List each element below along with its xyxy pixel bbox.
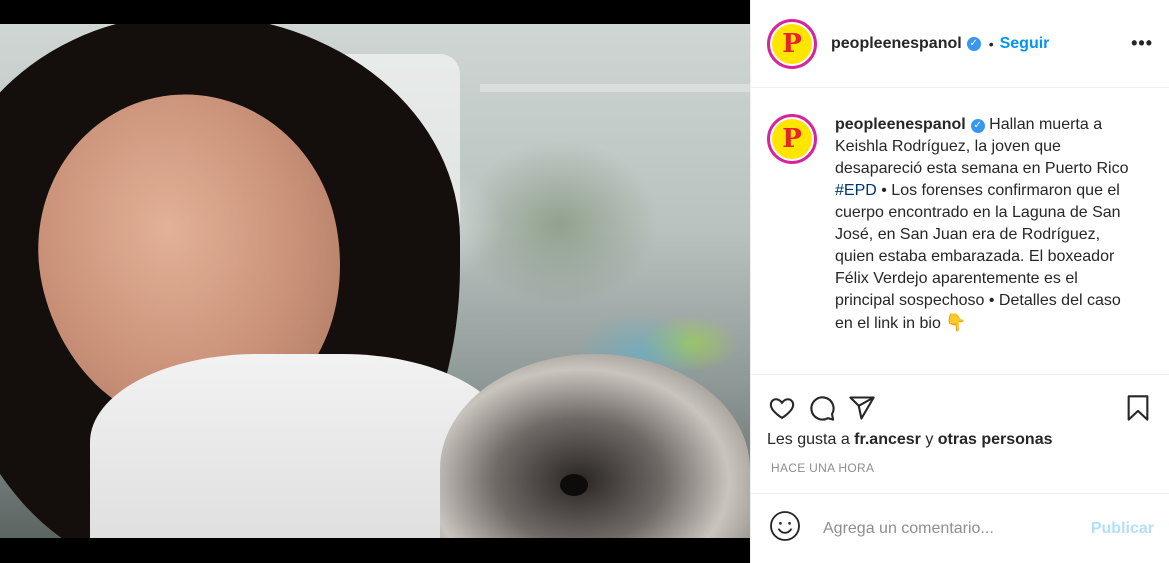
more-options-icon[interactable]: ••• <box>1131 33 1153 54</box>
post-media[interactable] <box>0 0 750 563</box>
add-comment-bar: Publicar <box>751 493 1169 563</box>
pointing-down-emoji-icon: 👇 <box>945 313 967 332</box>
likes-conjunction: y <box>920 431 938 448</box>
caption: peopleenespanol ✓ Hallan muerta a Keishla… <box>835 114 1135 374</box>
comments-area: P peopleenespanol ✓ Hallan muerta a Keish… <box>751 88 1169 375</box>
header-username[interactable]: peopleenespanol <box>831 35 962 53</box>
publish-button[interactable]: Publicar <box>1091 520 1154 538</box>
post-timestamp[interactable]: HACE UNA HORA <box>751 461 1169 475</box>
avatar-logo: P <box>772 23 812 64</box>
post-photo <box>0 24 750 538</box>
likes-summary: Les gusta a fr.ancesr y otras personas <box>751 431 1169 449</box>
like-heart-icon[interactable] <box>767 393 797 423</box>
other-likers-link[interactable]: otras personas <box>938 431 1053 448</box>
header-separator: • <box>988 35 994 52</box>
action-bar <box>751 375 1169 435</box>
liker-username[interactable]: fr.ancesr <box>854 431 921 448</box>
comment-bubble-icon[interactable] <box>807 393 837 423</box>
verified-badge-icon: ✓ <box>970 119 985 133</box>
caption-text-continued: • Los forenses confirmaron que el cuerpo… <box>835 182 1121 332</box>
likes-prefix: Les gusta a <box>767 431 855 448</box>
hashtag-link[interactable]: #EPD <box>835 182 877 199</box>
post-header: P peopleenespanol ✓ • Seguir ••• <box>751 0 1169 88</box>
emoji-smiley-icon[interactable] <box>769 510 801 547</box>
verified-badge-icon: ✓ <box>966 36 981 51</box>
share-paper-plane-icon[interactable] <box>847 393 877 423</box>
dog-nose-shape <box>560 474 588 496</box>
post-side-panel: P peopleenespanol ✓ • Seguir ••• P peopl… <box>750 0 1169 563</box>
dog-shape <box>440 354 750 538</box>
follow-button[interactable]: Seguir <box>1000 35 1050 53</box>
avatar-logo: P <box>772 119 812 159</box>
avatar[interactable]: P <box>767 18 817 69</box>
caption-username[interactable]: peopleenespanol <box>835 116 966 133</box>
bookmark-icon[interactable] <box>1123 393 1153 423</box>
caption-avatar[interactable]: P <box>767 114 817 164</box>
background-shelf <box>480 84 750 92</box>
comment-input[interactable] <box>821 518 1065 539</box>
